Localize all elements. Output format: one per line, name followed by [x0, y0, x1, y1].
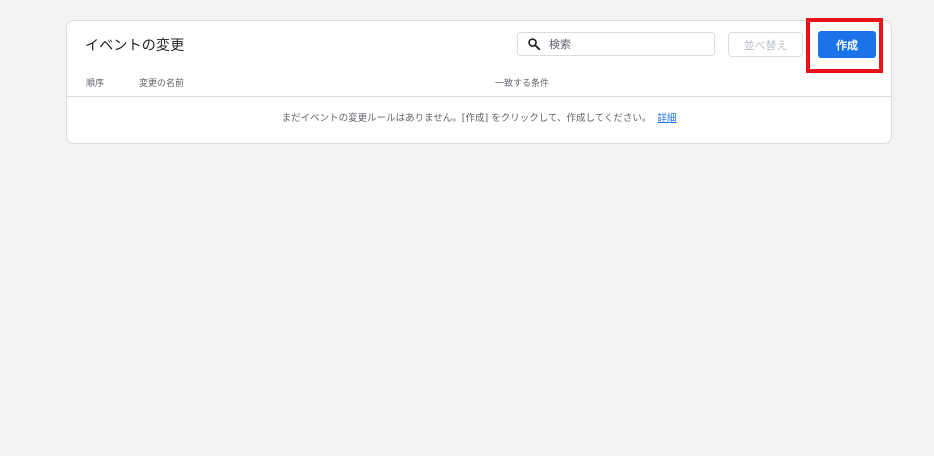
header-divider — [67, 96, 891, 97]
reorder-button[interactable]: 並べ替え — [728, 32, 803, 57]
create-button[interactable]: 作成 — [818, 31, 876, 58]
empty-state: まだイベントの変更ルールはありません。[作成] をクリックして、作成してください… — [67, 110, 891, 124]
search-icon — [528, 38, 541, 51]
details-link[interactable]: 詳細 — [657, 113, 676, 124]
column-header-name[interactable]: 変更の名前 — [139, 76, 184, 89]
card-title: イベントの変更 — [85, 38, 185, 54]
search-input[interactable] — [549, 37, 699, 51]
event-modifications-card: イベントの変更 並べ替え 作成 順序 変更の名前 一致する条件 まだイベントの変… — [66, 18, 892, 144]
column-header-order[interactable]: 順序 — [86, 76, 104, 89]
column-header-condition[interactable]: 一致する条件 — [495, 76, 549, 89]
empty-message: まだイベントの変更ルールはありません。[作成] をクリックして、作成してください… — [281, 113, 652, 124]
search-box[interactable] — [517, 32, 715, 56]
